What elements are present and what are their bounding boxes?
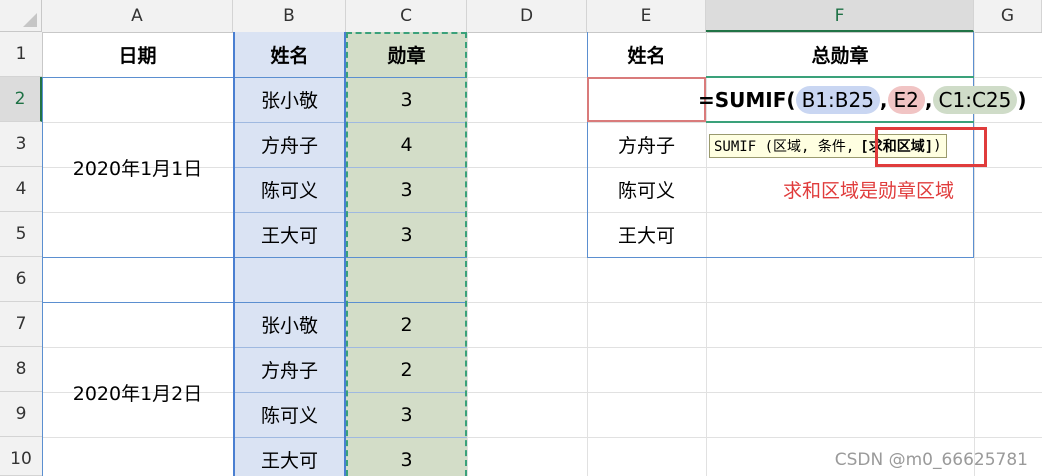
name-cell[interactable]: 陈可义: [233, 392, 346, 437]
column-header-a[interactable]: A: [42, 0, 233, 32]
watermark: CSDN @m0_66625781: [834, 450, 1028, 470]
medal-cell[interactable]: 3: [346, 392, 467, 437]
lookup-name-cell[interactable]: 陈可义: [587, 167, 706, 212]
row-header-8[interactable]: 8: [0, 347, 42, 392]
row-header-bar: 1 2 3 4 5 6 7 8 9 10: [0, 32, 43, 476]
row-header-10[interactable]: 10: [0, 437, 42, 476]
row-header-9[interactable]: 9: [0, 392, 42, 437]
medal-cell[interactable]: 2: [346, 302, 467, 347]
column-header-c[interactable]: C: [346, 0, 467, 32]
header-date[interactable]: 日期: [42, 32, 233, 77]
header-lookup-name[interactable]: 姓名: [587, 32, 706, 77]
date-cell-group-2[interactable]: 2020年1月2日: [42, 302, 233, 476]
name-cell[interactable]: 陈可义: [233, 167, 346, 212]
date-cell-group-1[interactable]: 2020年1月1日: [42, 77, 233, 257]
name-cell[interactable]: 张小敬: [233, 77, 346, 122]
row-header-1[interactable]: 1: [0, 32, 42, 77]
medal-cell[interactable]: 4: [346, 122, 467, 167]
annotation-highlight-box: [875, 127, 987, 167]
name-cell[interactable]: 王大可: [233, 212, 346, 257]
header-name[interactable]: 姓名: [233, 32, 346, 77]
annotation-text: 求和区域是勋章区域: [783, 180, 955, 202]
corner-triangle-icon: [23, 13, 37, 27]
name-cell[interactable]: 方舟子: [233, 347, 346, 392]
gridline: [467, 32, 468, 476]
select-all-corner[interactable]: [0, 0, 42, 32]
column-header-e[interactable]: E: [587, 0, 706, 32]
row-header-2[interactable]: 2: [0, 77, 42, 122]
name-cell[interactable]: 张小敬: [233, 302, 346, 347]
formula-separator: ,: [879, 88, 888, 112]
column-header-b[interactable]: B: [233, 0, 346, 32]
row-header-5[interactable]: 5: [0, 212, 42, 257]
header-medal[interactable]: 勋章: [346, 32, 467, 77]
table-border: [706, 121, 974, 123]
header-total-medal[interactable]: 总勋章: [706, 32, 974, 77]
column-header-d[interactable]: D: [467, 0, 587, 32]
table-border: [706, 76, 974, 78]
row-header-3[interactable]: 3: [0, 122, 42, 167]
formula-arg-range[interactable]: B1:B25: [795, 86, 880, 114]
name-cell[interactable]: 方舟子: [233, 122, 346, 167]
name-cell[interactable]: 王大可: [233, 437, 346, 476]
column-header-g[interactable]: G: [974, 0, 1042, 32]
medal-cell[interactable]: 3: [346, 437, 467, 476]
formula-arg-sum-range[interactable]: C1:C25: [932, 86, 1018, 114]
spreadsheet[interactable]: A B C D E F G 1 2 3 4 5 6 7 8 9 10 日期 姓名…: [0, 0, 1042, 476]
lookup-name-cell[interactable]: 方舟子: [587, 122, 706, 167]
column-header-bar: A B C D E F G: [0, 0, 1042, 33]
medal-cell[interactable]: 2: [346, 347, 467, 392]
row-header-7[interactable]: 7: [0, 302, 42, 347]
formula-arg-criteria[interactable]: E2: [887, 86, 925, 114]
lookup-name-cell[interactable]: 王大可: [587, 212, 706, 257]
tooltip-signature: SUMIF (区域, 条件,: [714, 139, 855, 155]
row-header-4[interactable]: 4: [0, 167, 42, 212]
table-border: [587, 257, 974, 258]
formula-suffix: ): [1017, 88, 1027, 112]
formula-editor[interactable]: =SUMIF( B1:B25 , E2 , C1:C25 ): [698, 84, 1027, 116]
referenced-cell-e2[interactable]: [587, 77, 706, 122]
medal-cell[interactable]: 3: [346, 167, 467, 212]
formula-prefix: =SUMIF(: [698, 88, 796, 112]
row-header-6[interactable]: 6: [0, 257, 42, 302]
formula-separator: ,: [924, 88, 933, 112]
column-header-f[interactable]: F: [706, 0, 974, 32]
medal-cell[interactable]: 3: [346, 77, 467, 122]
medal-cell[interactable]: 3: [346, 212, 467, 257]
